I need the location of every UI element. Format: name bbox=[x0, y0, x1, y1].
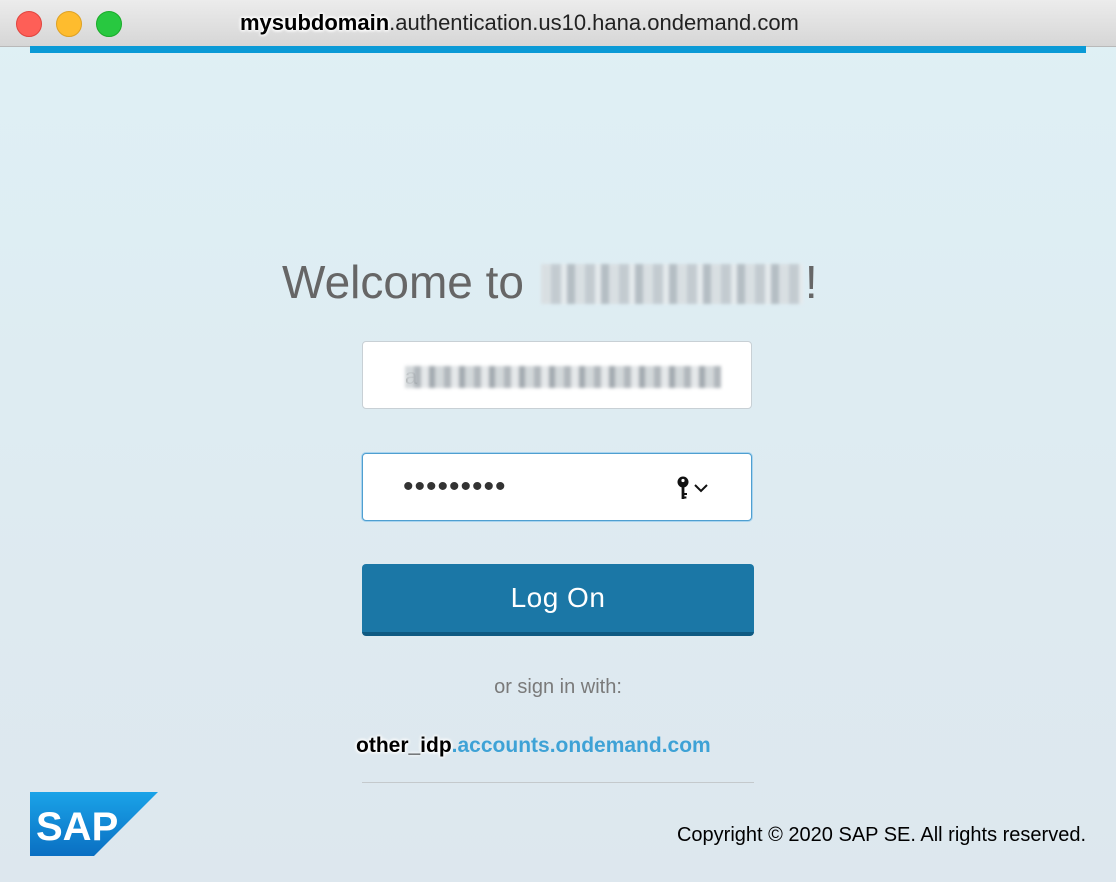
minimize-window-button[interactable] bbox=[56, 11, 82, 37]
window-title: mysubdomain.authentication.us10.hana.ond… bbox=[240, 10, 799, 36]
idp-host[interactable]: .accounts.ondemand.com bbox=[452, 734, 711, 757]
sap-logo: SAP bbox=[30, 792, 158, 856]
password-field[interactable]: ••••••••• bbox=[362, 453, 752, 521]
password-value: ••••••••• bbox=[403, 470, 507, 503]
redacted-tenant-name bbox=[540, 264, 803, 304]
welcome-suffix: ! bbox=[804, 256, 818, 308]
log-on-button[interactable]: Log On bbox=[362, 564, 754, 636]
chevron-down-icon[interactable] bbox=[693, 482, 709, 494]
sap-logo-text: SAP bbox=[36, 805, 118, 849]
copyright-text: Copyright © 2020 SAP SE. All rights rese… bbox=[676, 824, 1086, 846]
title-subdomain: mysubdomain bbox=[240, 10, 390, 35]
welcome-heading: Welcome to ! bbox=[282, 252, 842, 312]
idp-prefix: other_idp bbox=[356, 734, 452, 757]
redacted-email-value bbox=[405, 366, 721, 388]
title-bar: mysubdomain.authentication.us10.hana.ond… bbox=[0, 0, 1116, 47]
zoom-window-button[interactable] bbox=[96, 11, 122, 37]
or-sign-in-label: or sign in with: bbox=[494, 676, 622, 698]
title-host: .authentication.us10.hana.ondemand.com bbox=[389, 10, 799, 35]
browser-window: mysubdomain.authentication.us10.hana.ond… bbox=[0, 0, 1116, 882]
idp-link[interactable]: other_idp.accounts.ondemand.com bbox=[356, 731, 711, 761]
key-icon[interactable] bbox=[675, 476, 691, 502]
accent-bar bbox=[30, 46, 1086, 53]
email-field[interactable]: a bbox=[362, 341, 752, 409]
divider bbox=[362, 782, 754, 783]
close-window-button[interactable] bbox=[16, 11, 42, 37]
welcome-text: Welcome to bbox=[282, 256, 525, 308]
